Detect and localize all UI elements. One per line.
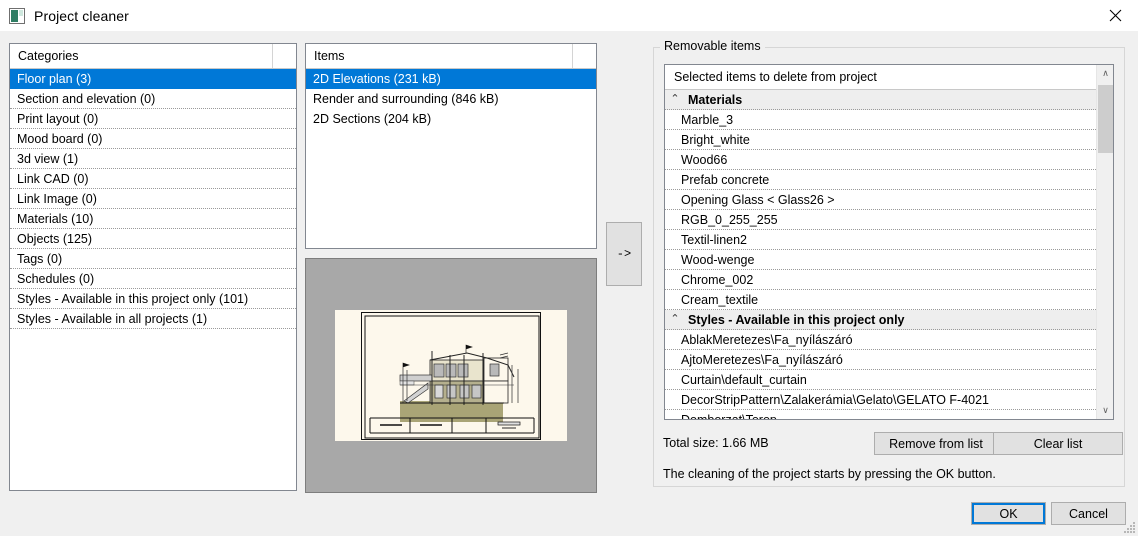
category-row[interactable]: Link CAD (0) — [10, 169, 296, 189]
removable-list-header: Selected items to delete from project — [665, 65, 1113, 90]
move-to-removable-button[interactable]: -> — [606, 222, 642, 286]
category-row[interactable]: Print layout (0) — [10, 109, 296, 129]
cleaning-hint-text: The cleaning of the project starts by pr… — [663, 467, 996, 481]
chevron-up-icon[interactable]: ⌃ — [669, 94, 681, 105]
categories-header: Categories — [10, 44, 296, 69]
scroll-down-icon[interactable]: ∨ — [1097, 402, 1113, 419]
window-title: Project cleaner — [34, 7, 129, 24]
chevron-up-icon[interactable]: ⌃ — [669, 314, 681, 325]
removable-group-label: Styles - Available in this project only — [688, 312, 905, 327]
removable-items-group-label: Removable items — [660, 39, 765, 53]
removable-group-row[interactable]: ⌃ Styles - Available in this project only — [665, 310, 1098, 330]
ok-button[interactable]: OK — [971, 502, 1046, 525]
removable-item-row[interactable]: Wood66 — [665, 150, 1098, 170]
categories-header-label: Categories — [18, 49, 79, 63]
resize-grip-icon[interactable] — [1122, 520, 1136, 534]
category-row[interactable]: Link Image (0) — [10, 189, 296, 209]
clear-list-button[interactable]: Clear list — [993, 432, 1123, 455]
preview-sheet — [335, 310, 567, 441]
elevation-drawing — [361, 311, 541, 440]
items-header: Items — [306, 44, 596, 69]
removable-item-row[interactable]: Curtain\default_curtain — [665, 370, 1098, 390]
categories-rows: Floor plan (3) Section and elevation (0) P… — [10, 69, 296, 329]
cancel-button[interactable]: Cancel — [1051, 502, 1126, 525]
title-bar: Project cleaner — [0, 0, 1138, 31]
removable-item-row[interactable]: Textil-linen2 — [665, 230, 1098, 250]
items-rows: 2D Elevations (231 kB) Render and surroun… — [306, 69, 596, 129]
categories-header-corner — [272, 44, 296, 68]
removable-item-row[interactable]: AblakMeretezes\Fa_nyílászáró — [665, 330, 1098, 350]
scroll-up-icon[interactable]: ∧ — [1097, 65, 1113, 82]
category-row[interactable]: Mood board (0) — [10, 129, 296, 149]
removable-item-row[interactable]: DecorStripPattern\Zalakerámia\Gelato\GEL… — [665, 390, 1098, 410]
removable-item-row[interactable]: Bright_white — [665, 130, 1098, 150]
item-row[interactable]: 2D Elevations (231 kB) — [306, 69, 596, 89]
categories-listbox[interactable]: Categories Floor plan (3) Section and ele… — [9, 43, 297, 491]
category-row[interactable]: Schedules (0) — [10, 269, 296, 289]
removable-item-row[interactable]: RGB_0_255_255 — [665, 210, 1098, 230]
removable-item-row[interactable]: Wood-wenge — [665, 250, 1098, 270]
removable-items-listbox[interactable]: Selected items to delete from project ⌃ M… — [664, 64, 1114, 420]
category-row[interactable]: Styles - Available in all projects (1) — [10, 309, 296, 329]
items-header-label: Items — [314, 49, 345, 63]
item-row[interactable]: Render and surrounding (846 kB) — [306, 89, 596, 109]
close-icon[interactable] — [1092, 0, 1138, 31]
removable-item-row[interactable]: Chrome_002 — [665, 270, 1098, 290]
preview-pane — [305, 258, 597, 493]
removable-item-row[interactable]: Cream_textile — [665, 290, 1098, 310]
items-header-corner — [572, 44, 596, 68]
removable-item-row[interactable]: Domborzat\Terep — [665, 410, 1098, 419]
category-row[interactable]: Materials (10) — [10, 209, 296, 229]
removable-item-row[interactable]: AjtoMeretezes\Fa_nyílászáró — [665, 350, 1098, 370]
item-row[interactable]: 2D Sections (204 kB) — [306, 109, 596, 129]
category-row[interactable]: Floor plan (3) — [10, 69, 296, 89]
items-listbox[interactable]: Items 2D Elevations (231 kB) Render and s… — [305, 43, 597, 249]
removable-item-row[interactable]: Opening Glass < Glass26 > — [665, 190, 1098, 210]
category-row[interactable]: Section and elevation (0) — [10, 89, 296, 109]
removable-group-row[interactable]: ⌃ Materials — [665, 90, 1098, 110]
removable-rows: ⌃ Materials Marble_3 Bright_white Wood66 Pref… — [665, 90, 1098, 419]
project-cleaner-dialog: Project cleaner Categories Floor plan (3… — [0, 0, 1138, 536]
project-cleaner-icon — [9, 7, 25, 24]
removable-group-label: Materials — [688, 92, 743, 107]
removable-item-row[interactable]: Prefab concrete — [665, 170, 1098, 190]
total-size-label: Total size: 1.66 MB — [663, 436, 769, 450]
scrollbar-thumb[interactable] — [1098, 85, 1113, 153]
removable-scrollbar[interactable]: ∧ ∨ — [1096, 65, 1113, 419]
category-row[interactable]: Styles - Available in this project only … — [10, 289, 296, 309]
remove-from-list-button[interactable]: Remove from list — [874, 432, 998, 455]
arrow-right-icon: -> — [616, 247, 632, 261]
removable-item-row[interactable]: Marble_3 — [665, 110, 1098, 130]
category-row[interactable]: 3d view (1) — [10, 149, 296, 169]
category-row[interactable]: Objects (125) — [10, 229, 296, 249]
category-row[interactable]: Tags (0) — [10, 249, 296, 269]
